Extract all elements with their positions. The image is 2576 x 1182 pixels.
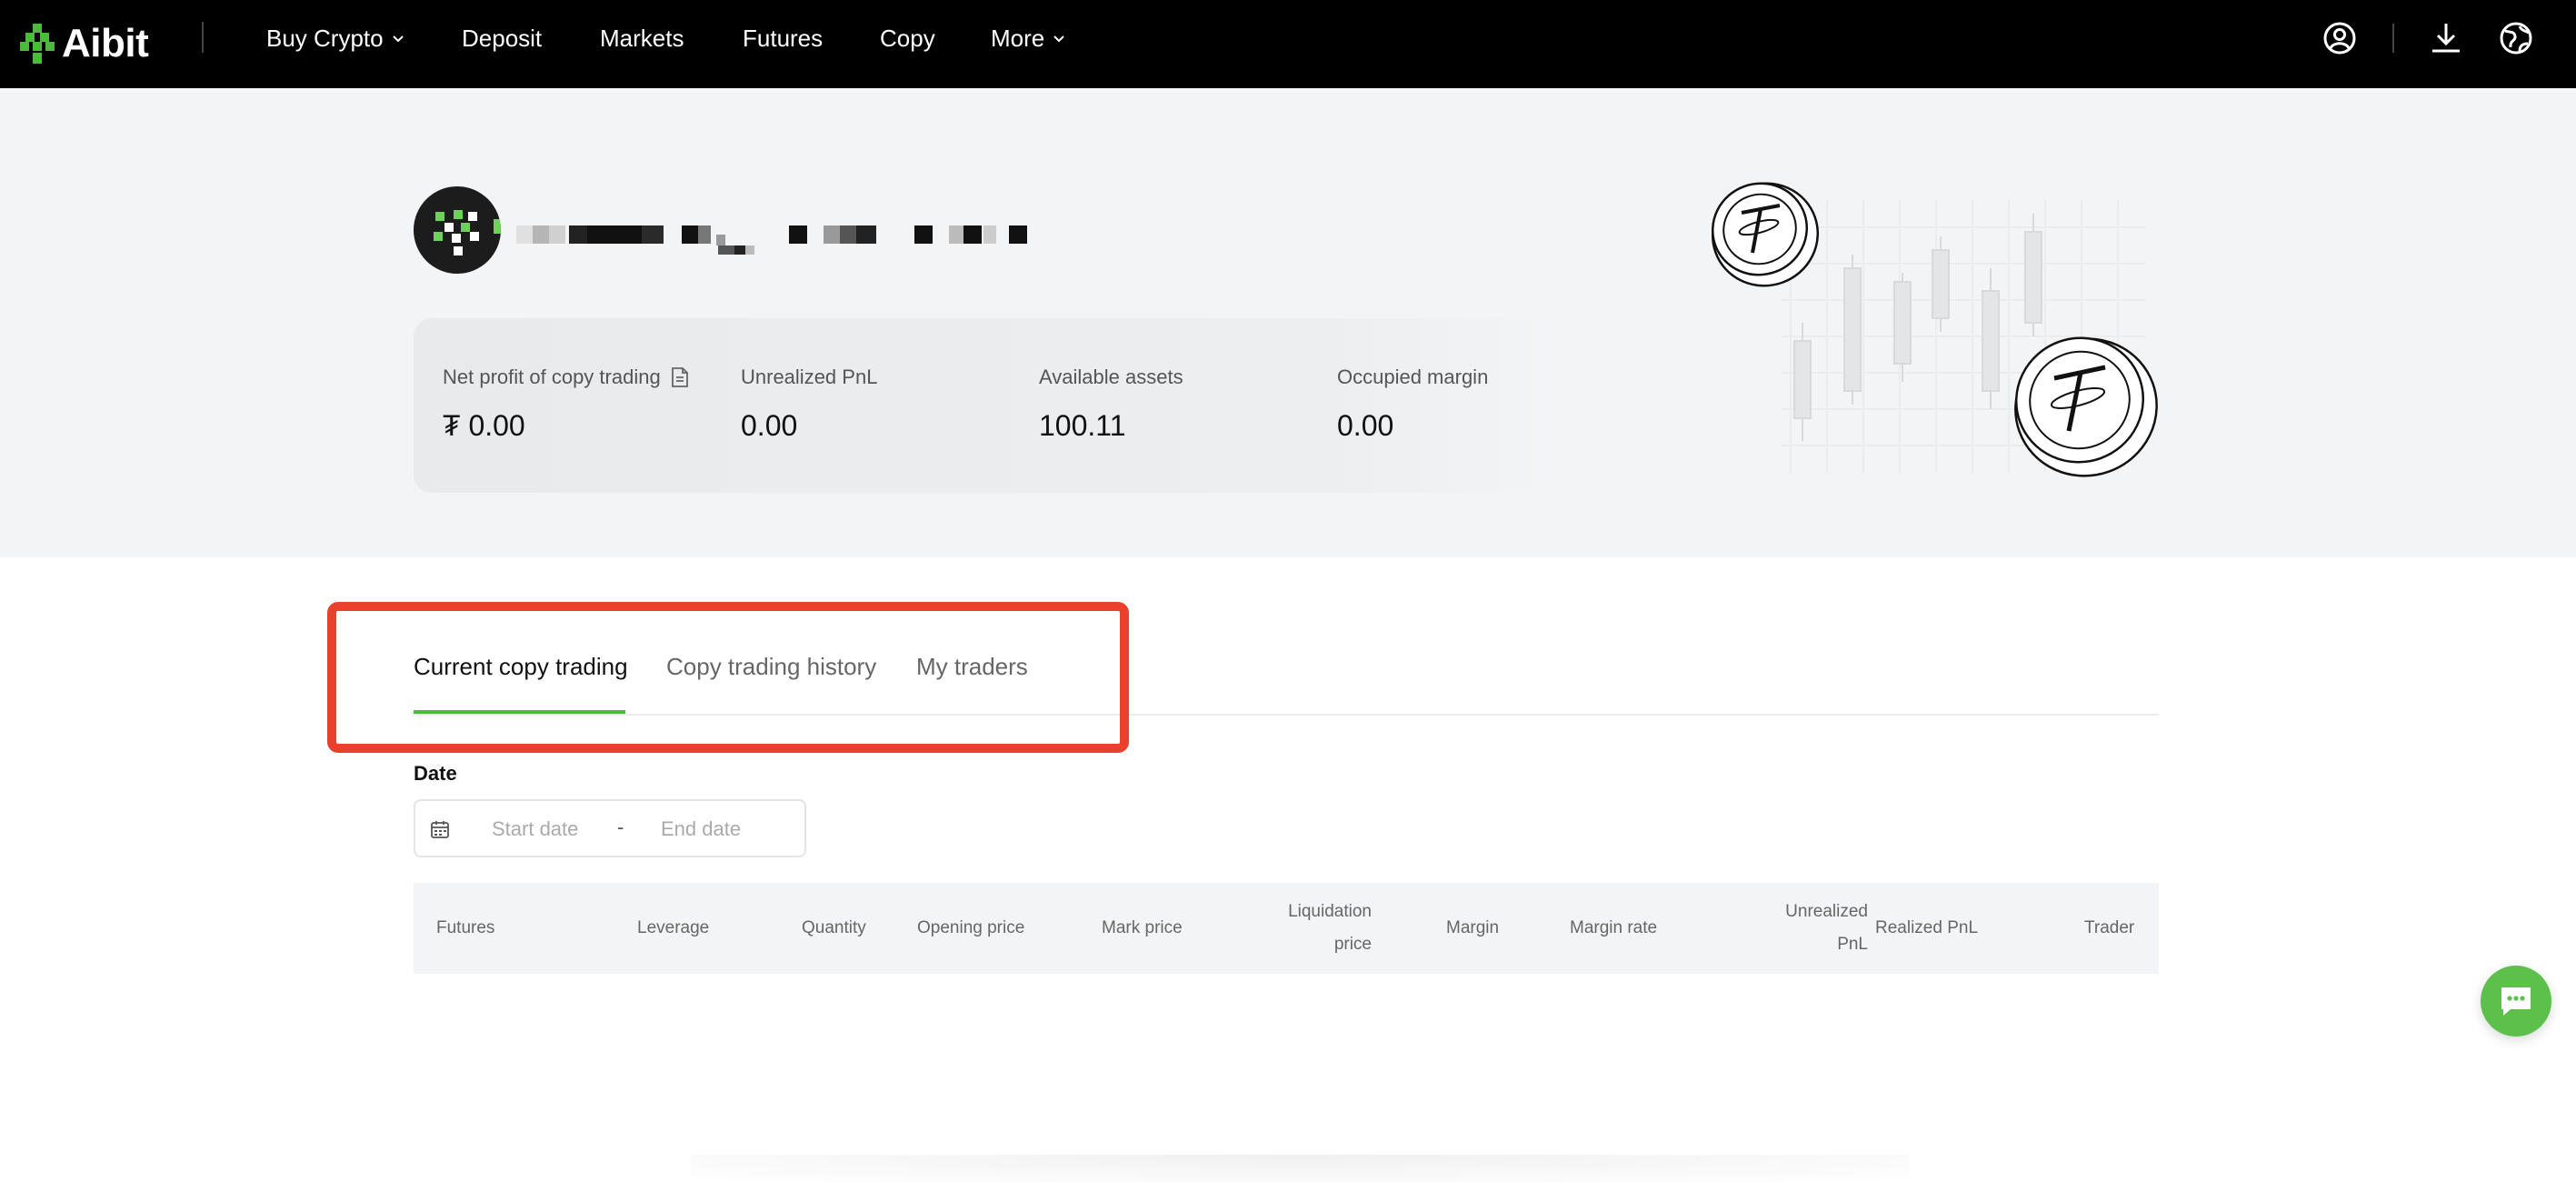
stat-occupied-margin-label: Occupied margin bbox=[1337, 366, 1489, 388]
positions-table-header: Futures Leverage Quantity Opening price … bbox=[414, 883, 2159, 974]
stat-occupied-margin: Occupied margin 0.00 bbox=[1337, 366, 1488, 443]
start-date-input[interactable] bbox=[492, 814, 601, 845]
chevron-down-icon bbox=[1053, 35, 1064, 43]
col-margin: Margin bbox=[1446, 918, 1500, 937]
date-filter-label: Date bbox=[414, 762, 457, 785]
date-range-picker[interactable]: - bbox=[414, 799, 806, 857]
document-icon[interactable] bbox=[670, 366, 690, 388]
tether-coins-illustration bbox=[1711, 182, 2158, 477]
col-unrealized-pnl: Unrealized PnL bbox=[1741, 896, 1868, 961]
download-icon[interactable] bbox=[2428, 20, 2464, 56]
nav-deposit[interactable]: Deposit bbox=[462, 0, 542, 76]
nav-futures-label: Futures bbox=[743, 24, 824, 52]
globe-icon[interactable] bbox=[2498, 20, 2534, 56]
stat-occupied-margin-value: 0.00 bbox=[1337, 409, 1394, 442]
col-trader: Trader bbox=[2084, 918, 2135, 937]
col-margin-rate: Margin rate bbox=[1570, 918, 1658, 937]
nav-divider bbox=[202, 22, 204, 53]
nav-futures[interactable]: Futures bbox=[743, 0, 823, 76]
avatar bbox=[414, 186, 501, 274]
stat-net-profit-label: Net profit of copy trading bbox=[443, 366, 661, 388]
nav-deposit-label: Deposit bbox=[462, 24, 543, 52]
nav-copy[interactable]: Copy bbox=[880, 0, 935, 76]
col-unrealized-pnl-line1: Unrealized bbox=[1785, 902, 1868, 921]
brand-name: Aibit bbox=[62, 21, 149, 65]
col-opening-price: Opening price bbox=[917, 918, 1025, 937]
nav-more[interactable]: More bbox=[991, 0, 1066, 76]
stat-net-profit: Net profit of copy trading ₮ 0.00 bbox=[443, 366, 690, 443]
top-navigation-bar: Aibit Buy Crypto Deposit Markets Futures… bbox=[0, 0, 2576, 88]
nav-markets[interactable]: Markets bbox=[600, 0, 684, 76]
col-futures: Futures bbox=[436, 918, 495, 937]
stat-available-assets-label: Available assets bbox=[1039, 366, 1183, 388]
nav-markets-label: Markets bbox=[600, 24, 684, 52]
col-liquidation-price: Liquidation price bbox=[1235, 896, 1372, 961]
footer-shadow bbox=[691, 1155, 1909, 1182]
stat-unrealized-pnl-value: 0.00 bbox=[741, 409, 798, 442]
nav-buy-crypto[interactable]: Buy Crypto bbox=[266, 0, 405, 76]
aibit-logo-mark-icon bbox=[20, 24, 55, 64]
stat-available-assets: Available assets 100.11 bbox=[1039, 366, 1183, 443]
col-quantity: Quantity bbox=[802, 918, 866, 937]
calendar-icon bbox=[431, 821, 449, 838]
col-realized-pnl: Realized PnL bbox=[1875, 918, 1979, 937]
nav-icon-divider bbox=[2392, 24, 2394, 53]
col-liquidation-price-line2: price bbox=[1333, 935, 1372, 954]
col-unrealized-pnl-line2: PnL bbox=[1837, 935, 1868, 954]
stat-unrealized-pnl: Unrealized PnL 0.00 bbox=[741, 366, 877, 443]
avatar-pixel-icon bbox=[434, 210, 501, 255]
chevron-down-icon bbox=[392, 35, 404, 43]
nav-buy-crypto-label: Buy Crypto bbox=[266, 24, 384, 52]
user-icon[interactable] bbox=[2321, 20, 2358, 56]
pixelated-username-icon bbox=[516, 225, 1027, 255]
nav-copy-label: Copy bbox=[880, 24, 935, 52]
col-mark-price: Mark price bbox=[1102, 918, 1183, 937]
date-range-separator: - bbox=[617, 816, 624, 838]
stat-available-assets-value: 100.11 bbox=[1039, 409, 1126, 442]
chat-support-button[interactable] bbox=[2481, 966, 2551, 1037]
copy-trading-stats-card: Net profit of copy trading ₮ 0.00 Unreal… bbox=[414, 318, 1550, 493]
col-liquidation-price-line1: Liquidation bbox=[1288, 902, 1372, 921]
stat-unrealized-pnl-label: Unrealized PnL bbox=[741, 366, 878, 388]
end-date-input[interactable] bbox=[661, 814, 779, 845]
stat-net-profit-value: ₮ 0.00 bbox=[443, 409, 525, 442]
nav-more-label: More bbox=[991, 24, 1045, 52]
aibit-logo[interactable]: Aibit bbox=[20, 15, 149, 73]
tabs-highlight-box bbox=[327, 602, 1129, 753]
col-leverage: Leverage bbox=[637, 918, 710, 937]
username-redacted bbox=[514, 209, 1033, 260]
chat-icon bbox=[2501, 987, 2531, 1016]
